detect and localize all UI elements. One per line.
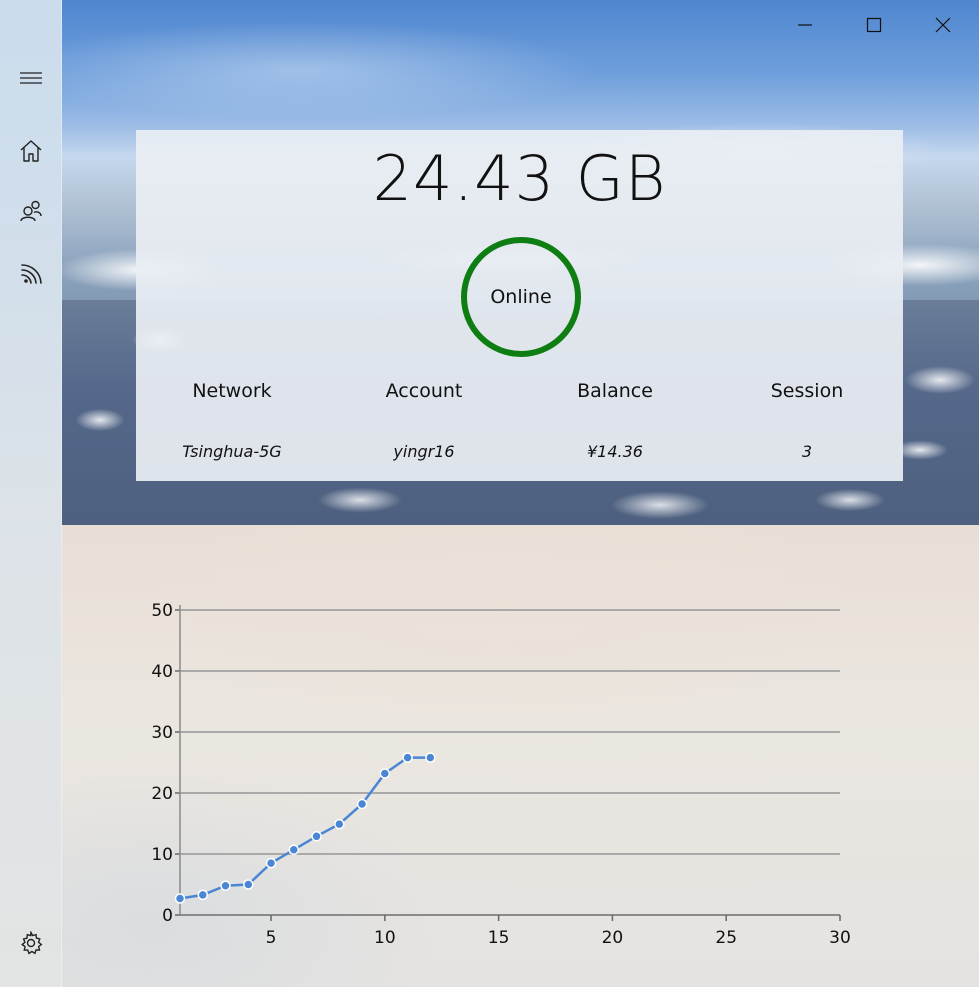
y-tick-label: 10: [151, 845, 173, 865]
value-session: 3: [801, 442, 813, 461]
data-point: [243, 879, 254, 890]
x-tick-label: 10: [374, 928, 396, 948]
app-window: 24.43 GB Online Network Account Balance …: [0, 0, 979, 987]
hamburger-icon[interactable]: [0, 54, 61, 102]
header-session: Session: [770, 380, 844, 402]
x-tick-label: 25: [715, 928, 737, 948]
usage-chart: 0 10 20 30 40 50 5 10 15 20 25 30: [151, 601, 851, 948]
status-label: Online: [490, 286, 552, 308]
data-point: [174, 893, 186, 904]
data-point: [288, 844, 300, 855]
data-point: [356, 798, 368, 810]
gear-icon[interactable]: [0, 919, 61, 967]
maximize-button[interactable]: [839, 0, 908, 50]
minimize-button[interactable]: [770, 0, 839, 50]
people-icon[interactable]: [0, 187, 61, 235]
data-point: [379, 768, 391, 779]
x-tick-label: 15: [488, 928, 510, 948]
data-point: [425, 752, 436, 763]
data-point: [311, 831, 322, 842]
usage-series-line: [179, 756, 431, 900]
usage-area: 24.43 GB: [136, 130, 903, 230]
header-balance: Balance: [577, 380, 653, 402]
x-tick-label: 30: [829, 928, 851, 948]
x-tick-label: 5: [266, 928, 277, 948]
y-tick-label: 50: [151, 601, 173, 621]
home-icon[interactable]: [0, 127, 61, 175]
data-point: [265, 857, 277, 869]
y-tick-label: 20: [151, 784, 173, 804]
minimize-icon: [797, 24, 812, 26]
value-balance: ¥14.36: [587, 442, 643, 461]
y-tick-label: 40: [151, 662, 173, 682]
value-account: yingr16: [393, 442, 455, 461]
value-network: Tsinghua-5G: [182, 442, 282, 461]
info-card: 24.43 GB Online Network Account Balance …: [136, 130, 903, 481]
close-icon: [935, 17, 950, 33]
close-button[interactable]: [908, 0, 977, 50]
maximize-icon: [866, 17, 881, 33]
status-ring[interactable]: Online: [461, 237, 581, 357]
header-network: Network: [192, 380, 272, 402]
x-tick-label: 20: [602, 928, 624, 948]
data-point: [334, 818, 345, 830]
data-point: [197, 889, 209, 901]
wireless-icon[interactable]: [0, 249, 61, 297]
y-tick-label: 30: [151, 723, 173, 743]
data-point: [220, 880, 231, 891]
data-point: [402, 752, 413, 763]
header-account: Account: [385, 380, 463, 402]
usage-total: 24.43 GB: [372, 142, 667, 215]
y-tick-label: 0: [162, 906, 173, 926]
nav-rail: [0, 0, 62, 987]
